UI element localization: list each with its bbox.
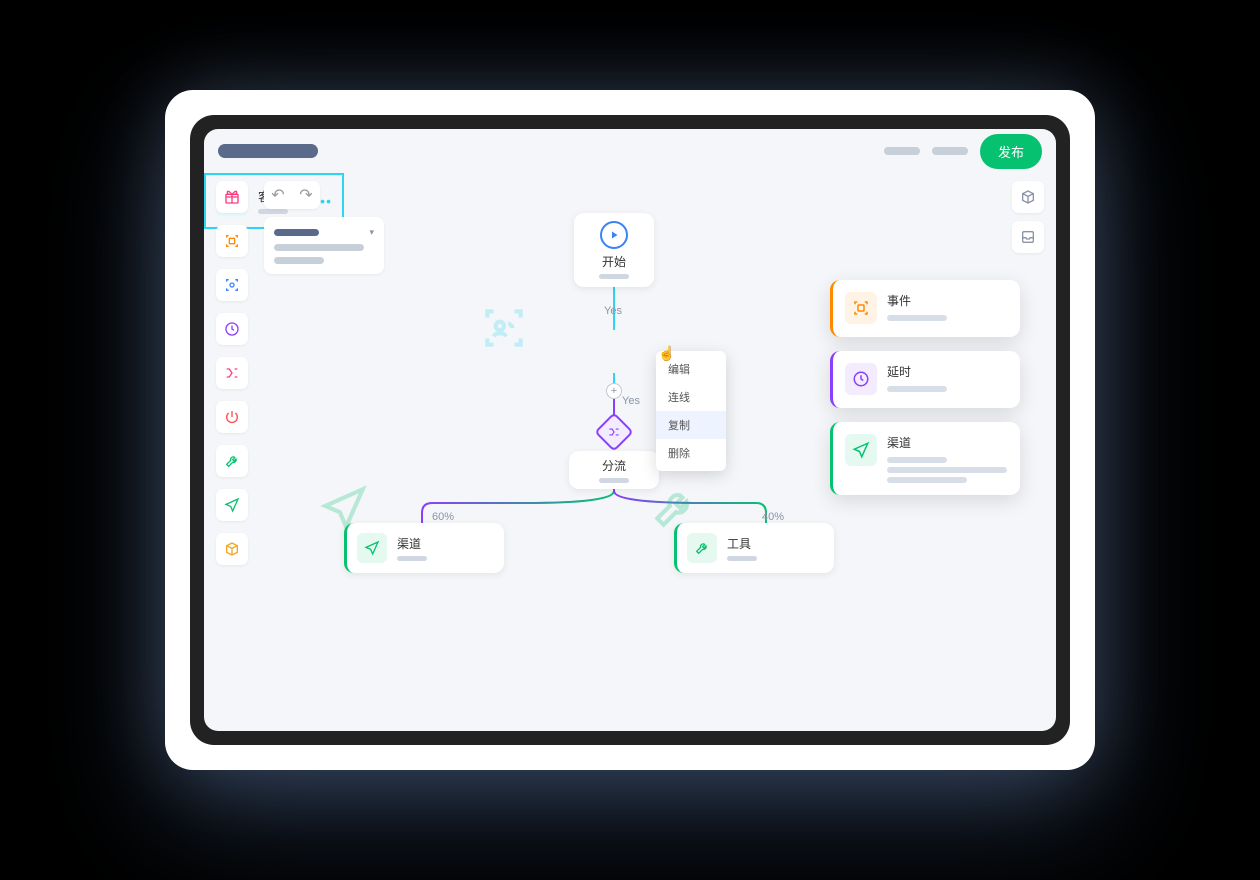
tool-wrench-icon [687,533,717,563]
placeholder-line [887,386,947,392]
node-start-title: 开始 [584,253,644,270]
channel-send-icon-2 [845,434,877,466]
floating-node-palette: 事件 延时 渠道 [830,280,1020,495]
node-split-sub [599,478,629,483]
play-icon [600,221,628,249]
send-icon[interactable] [216,489,248,521]
header-link-2[interactable] [932,147,968,155]
cube-outline-icon[interactable] [1012,181,1044,213]
split-diamond-icon [606,424,622,440]
node-channel[interactable]: 渠道 [344,523,504,573]
node-crowd-sub [258,209,288,214]
header-link-1[interactable] [884,147,920,155]
top-right-actions: 发布 [884,134,1042,169]
edge-label-60: 60% [432,511,454,523]
add-node-button[interactable]: + [606,383,622,399]
menu-item-delete[interactable]: 删除 [656,439,726,467]
split-icon[interactable] [216,357,248,389]
node-channel-sub [397,556,427,561]
channel-send-icon [357,533,387,563]
event-scan-icon [845,292,877,324]
info-panel[interactable]: ▾ [264,217,384,274]
placeholder-line [887,457,947,463]
right-toolbar [1012,181,1044,253]
node-start[interactable]: 开始 [574,213,654,287]
float-card-event-title: 事件 [887,292,1008,309]
undo-button[interactable]: ↶ [264,181,292,209]
top-bar: 发布 [204,129,1056,173]
power-icon[interactable] [216,401,248,433]
ghost-crowd-icon [479,303,529,353]
redo-button[interactable]: ↷ [292,181,320,209]
float-card-delay[interactable]: 延时 [830,351,1020,408]
float-card-delay-title: 延时 [887,363,1008,380]
placeholder-line [887,315,947,321]
scan-orange-icon[interactable] [216,225,248,257]
node-start-sub [599,274,629,279]
placeholder-line [887,467,1007,473]
info-line-1 [274,244,364,251]
float-card-channel-title: 渠道 [887,434,1008,451]
wire-split-branches [404,485,774,527]
node-split-title: 分流 [577,457,651,474]
edge-label-40: 40% [762,511,784,523]
context-menu: 编辑 连线 复制 删除 [656,351,726,471]
node-split[interactable]: 分流 [569,451,659,489]
gift-icon[interactable] [216,181,248,213]
node-channel-title: 渠道 [397,535,427,552]
delay-clock-icon [845,363,877,395]
app-title-placeholder [218,144,318,158]
chevron-down-icon[interactable]: ▾ [369,227,374,238]
edge-label-yes-2: Yes [622,395,640,407]
float-card-event[interactable]: 事件 [830,280,1020,337]
info-line-2 [274,257,324,264]
scan-blue-icon[interactable] [216,269,248,301]
tool-sidebar [216,181,248,565]
node-tool-sub [727,556,757,561]
publish-button[interactable]: 发布 [980,134,1042,169]
cursor-icon: ☝ [658,345,675,362]
float-card-channel[interactable]: 渠道 [830,422,1020,495]
cube-icon[interactable] [216,533,248,565]
menu-item-connect[interactable]: 连线 [656,383,726,411]
placeholder-line [887,477,967,483]
node-tool[interactable]: 工具 [674,523,834,573]
clock-icon[interactable] [216,313,248,345]
info-title-placeholder [274,229,319,236]
edge-label-yes-1: Yes [604,305,622,317]
node-tool-title: 工具 [727,535,757,552]
inbox-icon[interactable] [1012,221,1044,253]
menu-item-copy[interactable]: 复制 [656,411,726,439]
wrench-icon[interactable] [216,445,248,477]
undo-redo-group: ↶ ↷ [264,181,320,209]
